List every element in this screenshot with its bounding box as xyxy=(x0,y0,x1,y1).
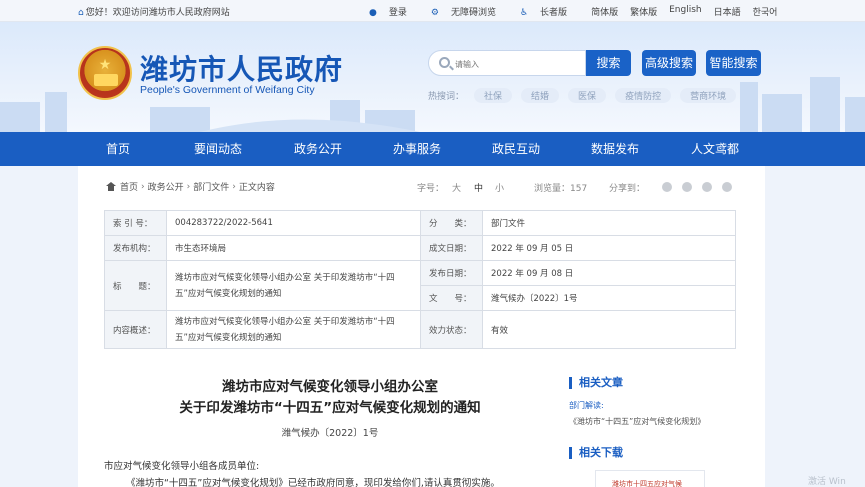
related-article-kind: 部门解读: xyxy=(569,401,604,410)
simplified-link[interactable]: 简体版 xyxy=(591,5,618,18)
font-size-large[interactable]: 大 xyxy=(452,181,461,194)
accessibility-icon: ⚙ xyxy=(430,8,439,18)
nav-interaction[interactable]: 政民互动 xyxy=(471,132,561,166)
category-label: 分 类： xyxy=(420,210,483,236)
sidebar: 相关文章 部门解读: 《潍坊市“十四五”应对气候变化规划》 相关下载 潍坊市十四五… xyxy=(565,374,736,487)
english-link[interactable]: English xyxy=(669,5,702,18)
docno-value: 潍气候办〔2022〕1号 xyxy=(482,285,736,311)
docno-label: 文 号： xyxy=(420,285,483,311)
crumb-home[interactable]: 首页 xyxy=(120,180,138,193)
published-value: 2022 年 09 月 08 日 xyxy=(482,260,736,286)
breadcrumb: 首页 › 政务公开 › 部门文件 › 正文内容 xyxy=(106,180,275,193)
qq-share-icon[interactable] xyxy=(702,182,712,192)
category-value: 部门文件 xyxy=(482,210,736,236)
weibo-share-icon[interactable] xyxy=(682,182,692,192)
hotword-tag[interactable]: 结婚 xyxy=(521,88,560,103)
wechat-share-icon[interactable] xyxy=(662,182,672,192)
download-card[interactable]: 潍坊市十四五应对气候 xyxy=(595,470,705,487)
document-body: 《潍坊市“十四五”应对气候变化规划》已经市政府同意，现印发给你们,请认真贯彻实施… xyxy=(126,478,500,487)
created-label: 成文日期： xyxy=(420,235,483,261)
font-size-small[interactable]: 小 xyxy=(495,181,504,194)
hotwords-label: 热搜词： xyxy=(428,92,465,102)
nav-news[interactable]: 要闻动态 xyxy=(173,132,263,166)
top-links: ● 登录 ⚙ 无障碍浏览 ♿ 长者版 简体版 繁体版 English 日本語 한국어 xyxy=(369,5,789,18)
traditional-link[interactable]: 繁体版 xyxy=(630,5,657,18)
hot-search-words: 热搜词： 社保 结婚 医保 疫情防控 营商环境 xyxy=(428,88,745,103)
related-articles-header: 相关文章 xyxy=(565,374,736,392)
nav-culture[interactable]: 人文鸢都 xyxy=(670,132,760,166)
login-link[interactable]: ● 登录 xyxy=(369,5,419,18)
table-row: 标 题： 潍坊市应对气候变化领导小组办公室 关于印发潍坊市“十四五”应对气候变化… xyxy=(104,260,736,311)
crumb-gov-affairs[interactable]: 政务公开 xyxy=(148,180,184,193)
japanese-link[interactable]: 日本語 xyxy=(714,5,741,18)
title-value: 潍坊市应对气候变化领导小组办公室 关于印发潍坊市“十四五”应对气候变化规划的通知 xyxy=(166,260,421,311)
content-panel: 首页 › 政务公开 › 部门文件 › 正文内容 字号： 大 中 小 浏览量：157 分… xyxy=(78,166,765,487)
welcome-label: 您好！欢迎访问潍坊市人民政府网站 xyxy=(85,8,230,18)
title-label: 标 题： xyxy=(104,260,167,311)
site-header: ★ 潍坊市人民政府 People's Government of Weifang… xyxy=(0,22,865,132)
national-emblem-icon[interactable]: ★ xyxy=(78,46,132,100)
published-label: 发布日期： xyxy=(420,260,483,286)
nav-services[interactable]: 办事服务 xyxy=(372,132,462,166)
crumb-current: 正文内容 xyxy=(238,183,275,193)
hotword-tag[interactable]: 营商环境 xyxy=(680,88,737,103)
home-icon: ⌂ xyxy=(78,8,84,18)
table-row: 内容概述： 潍坊市应对气候变化领导小组办公室 关于印发潍坊市“十四五”应对气候变… xyxy=(104,310,736,349)
table-row: 索 引 号： 004283722/2022-5641 分 类： 部门文件 xyxy=(104,210,736,236)
document-title-line1: 潍坊市应对气候变化领导小组办公室 xyxy=(222,379,438,395)
smart-search-button[interactable]: 智能搜索 xyxy=(706,50,761,76)
qzone-share-icon[interactable] xyxy=(722,182,732,192)
view-count: 浏览量：157 xyxy=(534,184,588,194)
site-subtitle: People's Government of Weifang City xyxy=(140,84,315,96)
issuer-label: 发布机构： xyxy=(104,235,167,261)
user-icon: ● xyxy=(369,8,377,18)
font-size-label: 字号： xyxy=(417,184,445,194)
welcome-text: ⌂ 您好！欢迎访问潍坊市人民政府网站 xyxy=(78,5,230,18)
document-title: 潍坊市应对气候变化领导小组办公室 关于印发潍坊市“十四五”应对气候变化规划的通知 xyxy=(104,377,556,419)
hotword-tag[interactable]: 社保 xyxy=(474,88,513,103)
site-title[interactable]: 潍坊市人民政府 xyxy=(140,48,343,88)
index-value: 004283722/2022-5641 xyxy=(166,210,421,236)
related-article-title: 《潍坊市“十四五”应对气候变化规划》 xyxy=(569,417,706,426)
summary-value: 潍坊市应对气候变化领导小组办公室 关于印发潍坊市“十四五”应对气候变化规划的通知 xyxy=(166,310,421,349)
hotword-tag[interactable]: 医保 xyxy=(568,88,607,103)
elder-link[interactable]: ♿ 长者版 xyxy=(520,5,579,18)
search-box[interactable] xyxy=(428,50,586,76)
validity-value: 有效 xyxy=(482,310,736,349)
nav-data[interactable]: 数据发布 xyxy=(570,132,660,166)
validity-label: 效力状态： xyxy=(420,310,483,349)
document-metadata-table: 索 引 号： 004283722/2022-5641 分 类： 部门文件 发布机… xyxy=(104,210,736,349)
document-salutation: 市应对气候变化领导小组各成员单位: xyxy=(104,461,260,472)
search-input[interactable] xyxy=(455,56,575,72)
search-icon xyxy=(439,57,450,68)
issuer-value: 市生态环境局 xyxy=(166,235,421,261)
top-utility-bar: ⌂ 您好！欢迎访问潍坊市人民政府网站 ● 登录 ⚙ 无障碍浏览 ♿ 长者版 简体版 繁体… xyxy=(0,0,865,22)
index-label: 索 引 号： xyxy=(104,210,167,236)
activation-watermark: 激活 Win xyxy=(808,477,846,487)
korean-link[interactable]: 한국어 xyxy=(753,5,778,18)
document-number: 潍气候办〔2022〕1号 xyxy=(281,428,379,439)
summary-label: 内容概述： xyxy=(104,310,167,349)
accessible-link[interactable]: ⚙ 无障碍浏览 xyxy=(431,5,508,18)
crumb-dept-files[interactable]: 部门文件 xyxy=(193,180,229,193)
created-value: 2022 年 09 月 05 日 xyxy=(482,235,736,261)
nav-gov-affairs[interactable]: 政务公开 xyxy=(273,132,363,166)
font-size-medium[interactable]: 中 xyxy=(474,181,483,194)
table-row: 发布机构： 市生态环境局 成文日期： 2022 年 09 月 05 日 xyxy=(104,235,736,261)
main-nav: 首页 要闻动态 政务公开 办事服务 政民互动 数据发布 人文鸢都 xyxy=(0,132,865,166)
share-label: 分享到： xyxy=(609,184,646,194)
elder-icon: ♿ xyxy=(519,8,529,18)
related-article-link[interactable]: 部门解读: 《潍坊市“十四五”应对气候变化规划》 xyxy=(565,398,736,430)
related-downloads-header: 相关下载 xyxy=(565,444,736,462)
advanced-search-button[interactable]: 高级搜索 xyxy=(642,50,696,76)
document-title-line2: 关于印发潍坊市“十四五”应对气候变化规划的通知 xyxy=(179,400,481,416)
search-button[interactable]: 搜索 xyxy=(586,50,631,76)
nav-home[interactable]: 首页 xyxy=(73,132,163,166)
hotword-tag[interactable]: 疫情防控 xyxy=(615,88,672,103)
home-icon xyxy=(106,182,116,191)
